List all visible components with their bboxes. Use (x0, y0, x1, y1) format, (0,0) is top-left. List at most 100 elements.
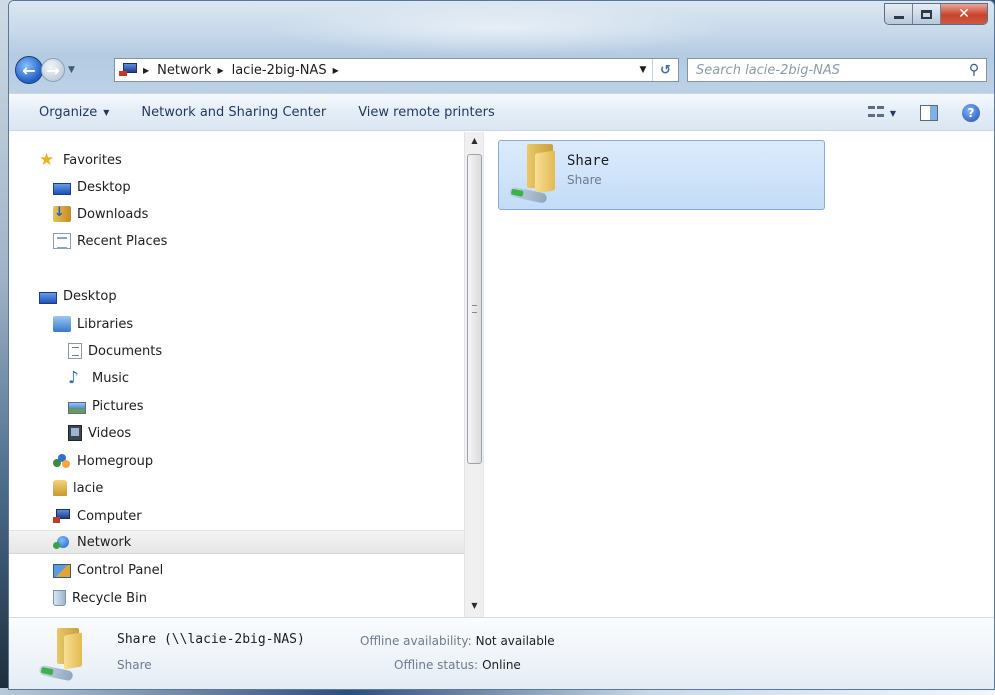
sidebar-item-label: Desktop (63, 288, 117, 304)
sidebar-item-control-panel[interactable]: Control Panel (9, 558, 464, 582)
star-icon: ★ (39, 150, 55, 170)
network-sharing-center-button[interactable]: Network and Sharing Center (125, 105, 342, 120)
sidebar-item-desktop[interactable]: Desktop (9, 175, 464, 199)
desktop-icon (53, 183, 71, 195)
sidebar-item-network[interactable]: Network (9, 530, 464, 554)
sidebar-item-pictures[interactable]: Pictures (9, 394, 464, 418)
maximize-icon (921, 9, 932, 19)
search-box[interactable]: Search lacie-2big-NAS ⚲ (687, 58, 987, 82)
navigation-scrollbar[interactable]: ▲ ▼ (464, 132, 483, 617)
sidebar-item-downloads[interactable]: Downloads (9, 202, 464, 226)
offline-status-label: Offline status: (394, 658, 479, 672)
music-icon: ♪ (68, 368, 79, 388)
breadcrumb-separator-icon[interactable]: ▶ (143, 66, 149, 75)
offline-status-value: Online (482, 658, 521, 672)
share-folder-tile[interactable]: Share Share (498, 140, 825, 210)
sidebar-item-label: Recycle Bin (72, 590, 147, 606)
back-button[interactable]: ← (15, 56, 43, 84)
search-input[interactable]: Search lacie-2big-NAS (688, 63, 962, 78)
sidebar-item-lacie[interactable]: lacie (9, 476, 464, 500)
preview-pane-icon[interactable] (920, 105, 938, 121)
breadcrumb-network[interactable]: Network (157, 63, 211, 78)
organize-label: Organize (39, 104, 98, 120)
command-bar: Organize ▼ Network and Sharing Center Vie… (9, 93, 994, 131)
desktop-icon (39, 292, 57, 304)
sidebar-item-label: Network (77, 534, 132, 550)
sidebar-item-label: Videos (88, 425, 132, 441)
search-icon[interactable]: ⚲ (962, 62, 986, 78)
sidebar-item-label: Libraries (77, 316, 134, 332)
network-folder-icon (505, 144, 559, 208)
homegroup-icon (53, 453, 71, 469)
refresh-button[interactable]: ↺ (652, 59, 678, 81)
network-location-icon (119, 63, 137, 77)
forward-button[interactable]: → (41, 58, 65, 82)
sidebar-item-label: Favorites (63, 152, 122, 168)
sidebar-item-label: Recent Places (77, 233, 168, 249)
file-list: Share Share (488, 132, 994, 617)
scrollbar-thumb[interactable] (467, 154, 482, 464)
back-arrow-icon: ← (22, 60, 36, 80)
explorer-window: ✕ ← → ▼ ▶ Network ▶ lacie-2big-NAS ▶ ▼ ↺… (8, 0, 995, 690)
sidebar-item-recycle-bin[interactable]: Recycle Bin (9, 586, 464, 610)
sidebar-item-label: Documents (88, 343, 163, 359)
close-icon: ✕ (958, 6, 970, 22)
details-pane: Share (\\lacie-2big-NAS) Share Offline a… (9, 617, 994, 689)
sidebar-item-documents[interactable]: Documents (9, 339, 464, 363)
sidebar-item-libraries[interactable]: Libraries (9, 312, 464, 336)
sidebar-item-desktop-root[interactable]: Desktop (9, 284, 464, 308)
breadcrumb-lacie-2big-nas[interactable]: lacie-2big-NAS (232, 63, 327, 78)
close-button[interactable]: ✕ (941, 4, 987, 24)
user-folder-icon (53, 480, 67, 496)
breadcrumb-separator-icon[interactable]: ▶ (217, 66, 223, 75)
refresh-icon: ↺ (660, 62, 671, 78)
offline-availability: Offline availability: Not available (360, 634, 555, 648)
sidebar-item-label: Downloads (77, 206, 149, 222)
organize-menu[interactable]: Organize ▼ (9, 105, 125, 120)
sidebar-item-recent-places[interactable]: Recent Places (9, 229, 464, 253)
documents-icon (68, 343, 82, 359)
address-history-dropdown[interactable]: ▼ (634, 65, 652, 75)
view-options-dropdown[interactable]: ▼ (890, 109, 896, 118)
offline-status: Offline status: Online (394, 658, 521, 672)
sidebar-item-computer[interactable]: Computer (9, 504, 464, 528)
sidebar-item-label: Music (92, 370, 129, 386)
sidebar-item-label: Homegroup (77, 453, 154, 469)
sidebar-item-label: Desktop (77, 179, 131, 195)
item-subtitle: Share (567, 173, 602, 187)
breadcrumb-separator-icon[interactable]: ▶ (333, 66, 339, 75)
forward-arrow-icon: → (46, 60, 60, 80)
network-icon (53, 534, 71, 550)
address-bar[interactable]: ▶ Network ▶ lacie-2big-NAS ▶ ▼ ↺ (114, 58, 679, 82)
recycle-bin-icon (53, 590, 66, 606)
sidebar-item-label: Control Panel (77, 562, 164, 578)
libraries-icon (53, 316, 71, 332)
sidebar-item-favorites[interactable]: ★ Favorites (9, 148, 464, 172)
item-name: Share (567, 153, 610, 169)
scroll-down-icon[interactable]: ▼ (465, 597, 484, 615)
chevron-down-icon: ▼ (103, 107, 110, 117)
minimize-button[interactable] (885, 4, 913, 24)
window-titlebar: ✕ ← → ▼ ▶ Network ▶ lacie-2big-NAS ▶ ▼ ↺… (9, 1, 994, 93)
recent-places-icon (53, 233, 71, 249)
sidebar-item-videos[interactable]: Videos (9, 421, 464, 445)
videos-icon (68, 425, 82, 441)
details-title: Share (\\lacie-2big-NAS) (117, 632, 305, 647)
grip-icon (472, 305, 477, 313)
recent-pages-dropdown[interactable]: ▼ (68, 65, 75, 75)
sidebar-item-music[interactable]: ♪ Music (9, 366, 464, 390)
computer-icon (53, 508, 71, 524)
details-subtitle: Share (117, 658, 152, 672)
change-view-icon[interactable] (867, 106, 884, 120)
minimize-icon (893, 15, 904, 19)
network-folder-icon (31, 626, 91, 688)
scroll-up-icon[interactable]: ▲ (465, 132, 484, 150)
sidebar-item-homegroup[interactable]: Homegroup (9, 449, 464, 473)
navigation-pane: ★ Favorites Desktop Downloads Recent Pla… (9, 132, 464, 617)
maximize-button[interactable] (913, 4, 941, 24)
navigation-buttons: ← → ▼ (15, 56, 75, 84)
view-remote-printers-button[interactable]: View remote printers (342, 105, 511, 120)
pictures-icon (68, 402, 86, 414)
help-icon[interactable]: ? (962, 104, 980, 122)
caption-buttons: ✕ (884, 3, 988, 25)
